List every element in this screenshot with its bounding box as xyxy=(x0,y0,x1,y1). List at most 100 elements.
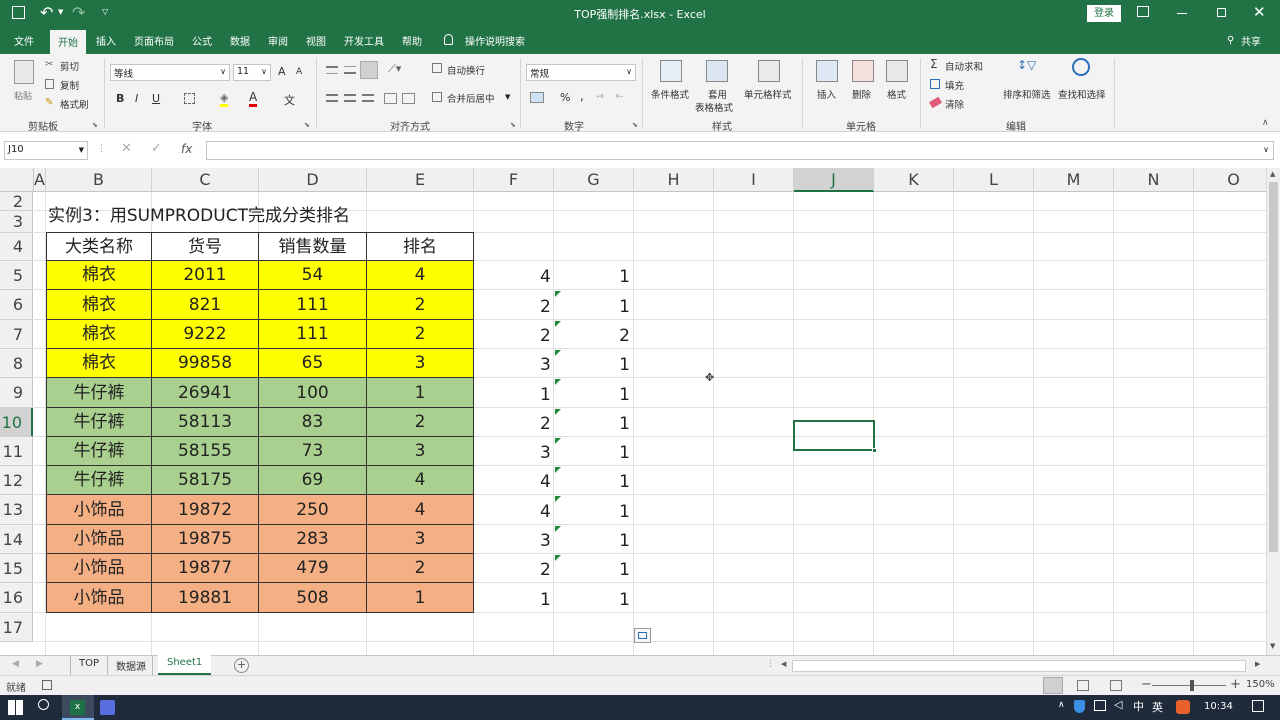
table-cell[interactable]: 2 xyxy=(367,554,474,583)
f-cell[interactable]: 3 xyxy=(474,439,554,468)
table-header-cell[interactable]: 货号 xyxy=(152,232,259,261)
name-box[interactable]: J10 ▼ xyxy=(4,141,88,160)
paste-button[interactable]: 粘贴 xyxy=(12,58,38,104)
table-header-cell[interactable]: 销售数量 xyxy=(259,232,367,261)
table-cell[interactable]: 棉衣 xyxy=(46,349,152,378)
table-cell[interactable]: 479 xyxy=(259,554,367,583)
zoom-level[interactable]: 150% xyxy=(1246,679,1275,690)
table-format-button[interactable]: 套用 xyxy=(708,87,727,101)
increase-decimal-icon[interactable]: ⁺⁰ xyxy=(596,93,603,102)
zoom-out-icon[interactable]: − xyxy=(1141,677,1152,692)
underline-button[interactable]: U xyxy=(152,92,160,105)
table-cell[interactable]: 73 xyxy=(259,437,367,466)
border-icon[interactable] xyxy=(184,93,195,104)
table-cell[interactable]: 2011 xyxy=(152,261,259,290)
currency-icon[interactable] xyxy=(530,92,544,103)
taskbar-excel-app[interactable]: x xyxy=(62,695,94,720)
scroll-up-icon[interactable]: ▲ xyxy=(1270,170,1275,178)
table-cell[interactable]: 250 xyxy=(259,495,367,525)
align-left-icon[interactable] xyxy=(326,94,338,102)
table-cell[interactable]: 2 xyxy=(367,290,474,320)
clear-button[interactable]: 清除 xyxy=(945,97,964,111)
f-cell[interactable]: 4 xyxy=(474,468,554,497)
dialog-launcher-icon[interactable]: ⬊ xyxy=(632,121,638,129)
table-header-cell[interactable]: 排名 xyxy=(367,232,474,261)
name-box-splitter[interactable]: ⋮ xyxy=(97,144,106,154)
collapse-ribbon-icon[interactable]: ∧ xyxy=(1262,118,1269,128)
grow-font-button[interactable]: A xyxy=(278,65,286,78)
dialog-launcher-icon[interactable]: ⬊ xyxy=(92,121,98,129)
table-cell[interactable]: 19877 xyxy=(152,554,259,583)
table-cell[interactable]: 小饰品 xyxy=(46,583,152,613)
windows-start-icon[interactable] xyxy=(8,700,23,715)
login-button[interactable]: 登录 xyxy=(1087,5,1121,22)
worksheet-grid[interactable]: ABCDEFGHIJKLMNO 2 3 4 5 6 7 8 9 10 11 12 13 14 15 16 17… xyxy=(0,168,1266,655)
insert-cells-button[interactable]: 插入 xyxy=(817,87,836,101)
table-cell[interactable]: 棉衣 xyxy=(46,290,152,320)
page-break-view-icon[interactable] xyxy=(1110,680,1122,691)
merge-center-button[interactable]: 合并后居中 xyxy=(447,91,495,105)
ribbon-display-options-icon[interactable] xyxy=(1137,6,1149,17)
table-cell[interactable]: 283 xyxy=(259,525,367,554)
table-cell[interactable]: 小饰品 xyxy=(46,554,152,583)
scroll-left-icon[interactable]: ◀ xyxy=(781,660,786,668)
decrease-decimal-icon[interactable]: ⁰⁻ xyxy=(616,93,623,102)
conditional-format-button[interactable]: 条件格式 xyxy=(651,87,689,101)
align-top-icon[interactable] xyxy=(326,66,338,74)
format-cells-button[interactable]: 格式 xyxy=(887,87,906,101)
ime-language[interactable]: 英 xyxy=(1152,699,1163,715)
table-cell[interactable]: 99858 xyxy=(152,349,259,378)
table-cell[interactable]: 19875 xyxy=(152,525,259,554)
table-cell[interactable]: 棉衣 xyxy=(46,320,152,349)
g-cell[interactable]: 1 xyxy=(554,292,634,322)
fill-color-icon[interactable]: ◈ xyxy=(220,91,229,107)
table-cell[interactable]: 26941 xyxy=(152,378,259,408)
table-cell[interactable]: 100 xyxy=(259,378,367,408)
increase-indent-icon[interactable] xyxy=(402,93,415,104)
table-cell[interactable]: 3 xyxy=(367,437,474,466)
f-cell[interactable]: 3 xyxy=(474,351,554,380)
zoom-in-icon[interactable]: + xyxy=(1230,677,1241,692)
table-cell[interactable]: 58155 xyxy=(152,437,259,466)
cancel-icon[interactable]: ✕ xyxy=(121,141,132,156)
g-cell[interactable]: 2 xyxy=(554,322,634,351)
notification-icon[interactable] xyxy=(1252,700,1264,712)
macro-record-icon[interactable] xyxy=(42,680,52,690)
g-cell[interactable]: 1 xyxy=(554,468,634,497)
f-cell[interactable]: 4 xyxy=(474,497,554,527)
g-cell[interactable]: 1 xyxy=(554,351,634,380)
g-cell[interactable]: 1 xyxy=(554,380,634,410)
table-cell[interactable]: 111 xyxy=(259,290,367,320)
table-cell[interactable]: 小饰品 xyxy=(46,525,152,554)
align-right-icon[interactable] xyxy=(362,94,374,102)
input-method-mode-icon[interactable]: 中 xyxy=(1133,698,1144,714)
autosum-button[interactable]: 自动求和 xyxy=(945,59,983,73)
italic-button[interactable]: I xyxy=(135,92,138,105)
insert-function-button[interactable]: fx xyxy=(181,142,192,156)
chevron-down-icon[interactable]: ▼ xyxy=(505,93,510,101)
table-cell[interactable]: 3 xyxy=(367,349,474,378)
table-cell[interactable]: 508 xyxy=(259,583,367,613)
sheet-heading[interactable]: 实例3：用SUMPRODUCT完成分类排名 xyxy=(48,201,350,226)
network-icon[interactable] xyxy=(1094,700,1106,711)
cut-button[interactable]: 剪切 xyxy=(60,59,79,73)
active-cell-selection[interactable] xyxy=(793,420,875,451)
table-cell[interactable]: 棉衣 xyxy=(46,261,152,290)
comma-button[interactable]: , xyxy=(580,89,584,103)
table-cell[interactable]: 小饰品 xyxy=(46,495,152,525)
formula-input[interactable]: ∨ xyxy=(206,141,1274,160)
f-cell[interactable]: 4 xyxy=(474,263,554,292)
table-cell[interactable]: 4 xyxy=(367,261,474,290)
sheet-tab-datasource[interactable]: 数据源 xyxy=(110,656,153,675)
phonetic-button[interactable]: 文 xyxy=(284,92,295,108)
scroll-down-icon[interactable]: ▼ xyxy=(1270,642,1275,650)
page-layout-view-icon[interactable] xyxy=(1077,680,1089,691)
volume-icon[interactable]: ◁ xyxy=(1114,698,1122,711)
table-cell[interactable]: 1 xyxy=(367,583,474,613)
table-cell[interactable]: 821 xyxy=(152,290,259,320)
cell-styles-button[interactable]: 单元格样式 xyxy=(744,87,792,101)
vertical-scrollbar[interactable]: ▲ ▼ xyxy=(1266,168,1280,655)
f-cell[interactable]: 2 xyxy=(474,322,554,351)
g-cell[interactable]: 1 xyxy=(554,439,634,468)
enter-icon[interactable]: ✓ xyxy=(151,141,162,156)
